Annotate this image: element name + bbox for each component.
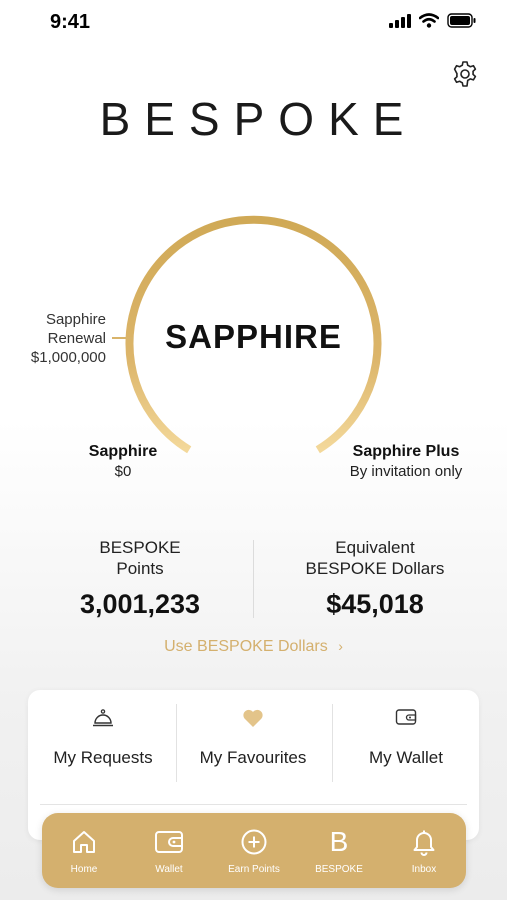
- my-wallet-label: My Wallet: [369, 748, 443, 767]
- tab-bar: Home Wallet Earn Points B BESPOKE Inbox: [42, 813, 466, 888]
- heart-icon: [243, 709, 263, 727]
- signal-icon: [389, 13, 411, 28]
- service-bell-icon: [93, 709, 113, 727]
- tab-earn-points[interactable]: Earn Points: [212, 813, 296, 888]
- tab-icon-wrap: B: [297, 827, 381, 857]
- home-icon: [73, 831, 95, 853]
- renewal-label: Sapphire Renewal $1,000,000: [16, 310, 106, 367]
- settings-button[interactable]: [451, 60, 479, 88]
- my-favourites-button[interactable]: My Favourites: [178, 690, 328, 805]
- tab-bespoke-label: BESPOKE: [315, 864, 363, 875]
- renewal-line-1: Sapphire: [45, 311, 106, 328]
- tab-inbox[interactable]: Inbox: [382, 813, 466, 888]
- tab-icon-wrap: [212, 827, 296, 857]
- tab-home-label: Home: [70, 864, 98, 875]
- points-value: 3,001,233: [79, 589, 201, 619]
- my-wallet-button[interactable]: My Wallet: [331, 690, 481, 805]
- tab-bespoke[interactable]: B BESPOKE: [297, 813, 381, 888]
- card-divider: [40, 804, 467, 805]
- points-stat: BESPOKE Points 3,001,233: [40, 537, 240, 620]
- wallet-icon: [395, 709, 417, 725]
- tier-next: Sapphire Plus By invitation only: [336, 443, 476, 480]
- qi-icon-wrap: [331, 708, 481, 732]
- tab-icon-wrap: [127, 827, 211, 857]
- qi-icon-wrap: [178, 708, 328, 732]
- tier-start-name: Sapphire: [88, 443, 158, 460]
- tier-next-value: By invitation only: [349, 463, 463, 480]
- status-icons: [389, 13, 477, 28]
- points-label-2: Points: [116, 559, 164, 578]
- gear-icon: [453, 61, 477, 87]
- plus-circle-icon: [241, 829, 267, 855]
- use-dollars-label: Use BESPOKE Dollars: [164, 638, 328, 655]
- tab-inbox-label: Inbox: [411, 864, 437, 875]
- tab-home[interactable]: Home: [42, 813, 126, 888]
- qi-icon-wrap: [28, 708, 178, 732]
- wallet-icon: [155, 831, 183, 853]
- tab-wallet-label: Wallet: [155, 864, 183, 875]
- dollars-label-1: Equivalent: [335, 538, 415, 557]
- my-favourites-label: My Favourites: [199, 748, 307, 767]
- dollars-value: $45,018: [326, 589, 424, 619]
- my-requests-label: My Requests: [53, 748, 153, 767]
- tab-icon-wrap: [382, 827, 466, 857]
- use-dollars-link[interactable]: Use BESPOKE Dollars ›: [0, 638, 507, 656]
- tab-icon-wrap: [42, 827, 126, 857]
- points-label-1: BESPOKE: [99, 538, 181, 557]
- chevron-right-icon: ›: [338, 638, 343, 654]
- tab-wallet[interactable]: Wallet: [127, 813, 211, 888]
- battery-icon: [447, 13, 476, 28]
- status-time: 9:41: [50, 11, 91, 33]
- my-requests-button[interactable]: My Requests: [28, 690, 178, 805]
- tier-next-name: Sapphire Plus: [352, 443, 460, 460]
- quick-divider: [176, 704, 177, 782]
- status-bar: 9:41: [0, 0, 507, 44]
- renewal-amount: $1,000,000: [30, 349, 106, 366]
- brand-logo: BESPOKE: [99, 93, 418, 145]
- renewal-line-2: Renewal: [47, 330, 106, 347]
- stat-divider: [253, 540, 254, 618]
- b-letter-icon: B: [329, 826, 349, 857]
- tier-start-value: $0: [114, 463, 132, 480]
- wifi-icon: [419, 13, 439, 28]
- tier-start: Sapphire $0: [78, 443, 168, 480]
- dollars-label-2: BESPOKE Dollars: [305, 559, 445, 578]
- dollars-stat: Equivalent BESPOKE Dollars $45,018: [270, 537, 480, 620]
- tab-earn-points-label: Earn Points: [228, 864, 280, 875]
- bell-icon: [413, 830, 435, 856]
